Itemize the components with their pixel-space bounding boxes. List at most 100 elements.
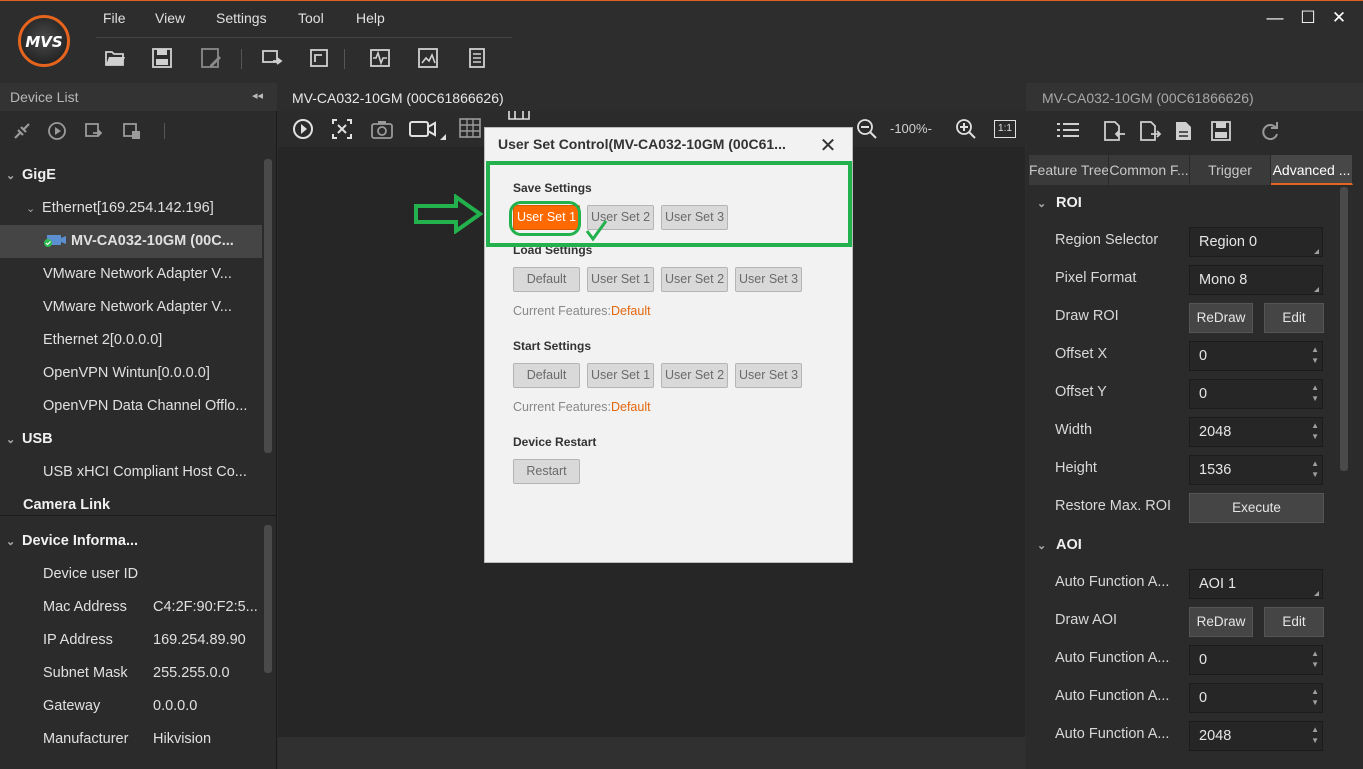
aoi-spinbox[interactable]: 0 ▲ ▼ <box>1189 683 1323 713</box>
spin-value: 0 <box>1199 690 1208 706</box>
properties-scrollbar[interactable] <box>1340 187 1348 471</box>
export-config-icon[interactable] <box>1138 120 1162 142</box>
property-group-aoi[interactable]: ⌄ AOI <box>1026 530 1336 560</box>
tab-advanced[interactable]: Advanced ... <box>1271 155 1353 185</box>
spin-arrows-icon[interactable]: ▲ ▼ <box>1311 686 1319 708</box>
property-label: Auto Function A... <box>1055 650 1170 666</box>
edit-roi-button[interactable]: Edit <box>1264 303 1324 333</box>
property-group-roi[interactable]: ⌄ ROI <box>1026 188 1336 218</box>
split-view-icon[interactable] <box>507 111 531 121</box>
document-icon[interactable] <box>1174 120 1194 142</box>
window-mode-icon[interactable] <box>308 47 330 69</box>
property-label: Height <box>1055 460 1097 476</box>
property-label: Auto Function A... <box>1055 726 1170 742</box>
tab-feature-tree[interactable]: Feature Tree <box>1029 155 1109 185</box>
menu-tool[interactable]: Tool <box>298 10 324 26</box>
property-row: Width 2048 ▲ ▼ <box>1026 412 1336 450</box>
tree-group-camera-link[interactable]: Camera Link <box>0 489 262 522</box>
tree-group-gige[interactable]: ⌄ GigE <box>0 159 262 192</box>
info-value: 169.254.89.90 <box>153 632 246 648</box>
minimize-button[interactable]: — <box>1262 7 1288 29</box>
close-window-button[interactable]: ✕ <box>1326 7 1352 29</box>
list-view-icon[interactable] <box>1055 121 1081 141</box>
load-default-button[interactable]: Default <box>513 267 580 292</box>
tree-group-usb[interactable]: ⌄ USB <box>0 423 262 456</box>
device-list-scrollbar[interactable] <box>264 159 272 453</box>
current-features-label: Current Features: <box>513 304 611 318</box>
save-params-icon[interactable] <box>1210 120 1232 142</box>
open-all-icon[interactable] <box>84 121 104 141</box>
tree-item-adapter[interactable]: Ethernet 2[0.0.0.0] <box>0 324 262 357</box>
device-info-scrollbar[interactable] <box>264 525 272 673</box>
menu-help[interactable]: Help <box>356 10 385 26</box>
dialog-close-button[interactable]: ✕ <box>818 133 838 158</box>
record-video-icon[interactable] <box>409 118 447 142</box>
play-icon[interactable] <box>292 118 314 140</box>
waveform-icon[interactable] <box>369 47 391 69</box>
spin-arrows-icon[interactable]: ▲ ▼ <box>1311 420 1319 442</box>
edit-aoi-button[interactable]: Edit <box>1264 607 1324 637</box>
start-user-set-2-button[interactable]: User Set 2 <box>661 363 728 388</box>
pixel-format-combo[interactable]: Mono 8 <box>1189 265 1323 295</box>
multi-window-icon[interactable] <box>261 47 283 69</box>
start-default-button[interactable]: Default <box>513 363 580 388</box>
grid-icon[interactable] <box>459 118 481 138</box>
aoi-spinbox[interactable]: 2048 ▲ ▼ <box>1189 721 1323 751</box>
log-document-icon[interactable] <box>466 47 488 69</box>
width-spinbox[interactable]: 2048 ▲ ▼ <box>1189 417 1323 447</box>
close-all-icon[interactable] <box>122 121 142 141</box>
tree-item-adapter[interactable]: OpenVPN Wintun[0.0.0.0] <box>0 357 262 390</box>
disconnect-icon[interactable] <box>12 121 32 141</box>
dialog-title: User Set Control(MV-CA032-10GM (00C61... <box>498 136 786 152</box>
save-as-icon[interactable] <box>200 47 222 69</box>
refresh-icon[interactable] <box>1259 120 1281 142</box>
zoom-out-icon[interactable] <box>856 118 878 140</box>
tree-item-camera-device[interactable]: MV-CA032-10GM (00C... <box>0 225 262 258</box>
spin-arrows-icon[interactable]: ▲ ▼ <box>1311 458 1319 480</box>
image-view-tab[interactable]: MV-CA032-10GM (00C61866626) <box>278 83 1025 111</box>
start-user-set-1-button[interactable]: User Set 1 <box>587 363 654 388</box>
spin-arrows-icon[interactable]: ▲ ▼ <box>1311 648 1319 670</box>
tab-common-features[interactable]: Common F... <box>1109 155 1190 185</box>
menu-view[interactable]: View <box>155 10 185 26</box>
image-analysis-icon[interactable] <box>417 47 439 69</box>
restart-button[interactable]: Restart <box>513 459 580 484</box>
import-config-icon[interactable] <box>1102 120 1126 142</box>
menu-settings[interactable]: Settings <box>216 10 267 26</box>
start-grab-icon[interactable] <box>47 121 67 141</box>
menu-file[interactable]: File <box>103 10 126 26</box>
info-label: IP Address <box>43 632 113 648</box>
tree-item-ethernet[interactable]: ⌄ Ethernet[169.254.142.196] <box>0 192 262 225</box>
spin-arrows-icon[interactable]: ▲ ▼ <box>1311 724 1319 746</box>
height-spinbox[interactable]: 1536 ▲ ▼ <box>1189 455 1323 485</box>
aoi-spinbox[interactable]: 0 ▲ ▼ <box>1189 645 1323 675</box>
tree-item-adapter[interactable]: OpenVPN Data Channel Offlo... <box>0 390 262 423</box>
offset-x-spinbox[interactable]: 0 ▲ ▼ <box>1189 341 1323 371</box>
dialog-title-bar[interactable]: User Set Control(MV-CA032-10GM (00C61...… <box>485 128 852 160</box>
redraw-aoi-button[interactable]: ReDraw <box>1189 607 1253 637</box>
load-user-set-3-button[interactable]: User Set 3 <box>735 267 802 292</box>
load-user-set-1-button[interactable]: User Set 1 <box>587 267 654 292</box>
tree-item-adapter[interactable]: VMware Network Adapter V... <box>0 258 262 291</box>
redraw-roi-button[interactable]: ReDraw <box>1189 303 1253 333</box>
device-info-group[interactable]: ⌄ Device Informa... <box>0 525 262 558</box>
save-icon[interactable] <box>151 47 173 69</box>
tree-item-adapter[interactable]: VMware Network Adapter V... <box>0 291 262 324</box>
stop-icon[interactable] <box>331 118 353 140</box>
load-user-set-2-button[interactable]: User Set 2 <box>661 267 728 292</box>
actual-size-button[interactable]: 1:1 <box>994 120 1016 138</box>
collapse-panel-icon[interactable]: ◂◂ <box>252 89 263 102</box>
zoom-in-icon[interactable] <box>955 118 977 140</box>
open-folder-icon[interactable] <box>104 47 126 69</box>
spin-arrows-icon[interactable]: ▲ ▼ <box>1311 382 1319 404</box>
tab-trigger[interactable]: Trigger <box>1190 155 1271 185</box>
auto-function-aoi-combo[interactable]: AOI 1 <box>1189 569 1323 599</box>
offset-y-spinbox[interactable]: 0 ▲ ▼ <box>1189 379 1323 409</box>
camera-snapshot-icon[interactable] <box>370 118 394 140</box>
restore-max-roi-execute-button[interactable]: Execute <box>1189 493 1324 523</box>
region-selector-combo[interactable]: Region 0 <box>1189 227 1323 257</box>
spin-arrows-icon[interactable]: ▲ ▼ <box>1311 344 1319 366</box>
tree-item-usb-host[interactable]: USB xHCI Compliant Host Co... <box>0 456 262 489</box>
start-user-set-3-button[interactable]: User Set 3 <box>735 363 802 388</box>
maximize-button[interactable]: ☐ <box>1295 7 1321 29</box>
